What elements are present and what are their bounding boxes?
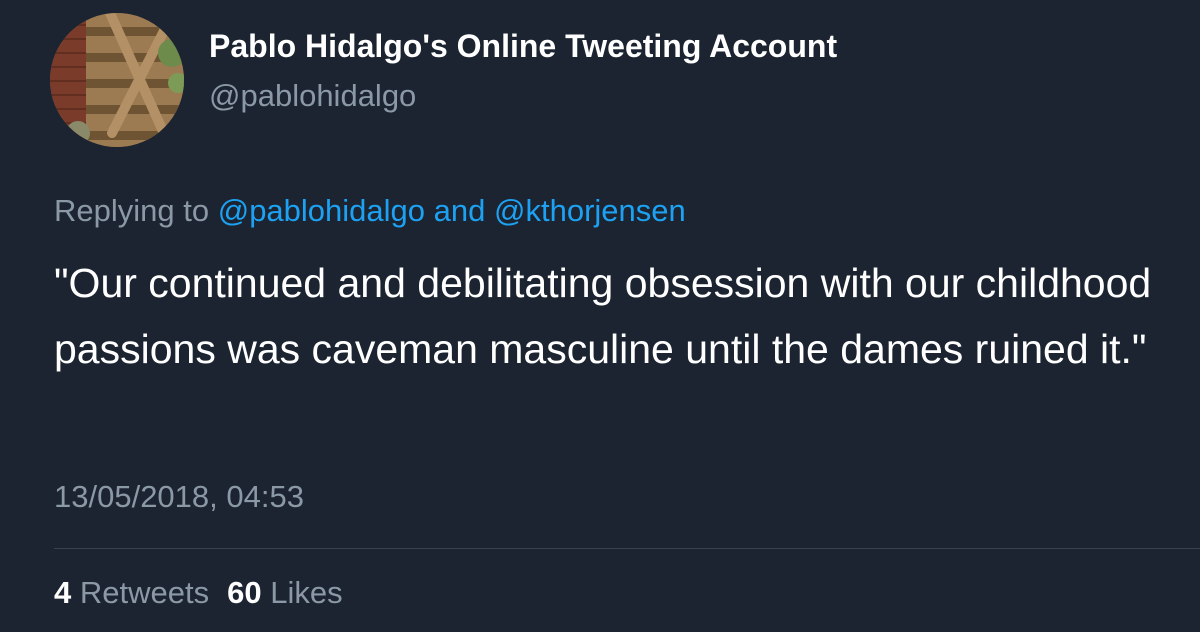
tweet-text: "Our continued and debilitating obsessio… xyxy=(54,260,1152,372)
likes-count: 60 xyxy=(227,575,262,610)
replying-to-label: Replying to xyxy=(54,193,210,228)
retweets-stat[interactable]: 4 Retweets xyxy=(54,575,209,610)
tweet-timestamp[interactable]: 13/05/2018, 04:53 xyxy=(54,479,304,515)
avatar[interactable] xyxy=(50,13,184,147)
likes-stat[interactable]: 60 Likes xyxy=(227,575,342,610)
user-handle[interactable]: @pablohidalgo xyxy=(209,78,416,114)
mention-link[interactable]: @kthorjensen xyxy=(494,193,686,228)
divider xyxy=(54,548,1200,549)
likes-label: Likes xyxy=(270,575,343,610)
replying-to-line: Replying to @pablohidalgo and @kthorjens… xyxy=(54,193,686,229)
mention-conjunction[interactable]: and xyxy=(434,193,486,228)
avatar-photo-icon xyxy=(50,13,184,147)
tweet-stats: 4 Retweets 60 Likes xyxy=(54,575,343,611)
mention-link[interactable]: @pablohidalgo xyxy=(218,193,425,228)
retweets-label: Retweets xyxy=(79,575,210,610)
retweets-count: 4 xyxy=(54,575,72,610)
display-name[interactable]: Pablo Hidalgo's Online Tweeting Account xyxy=(209,28,837,65)
